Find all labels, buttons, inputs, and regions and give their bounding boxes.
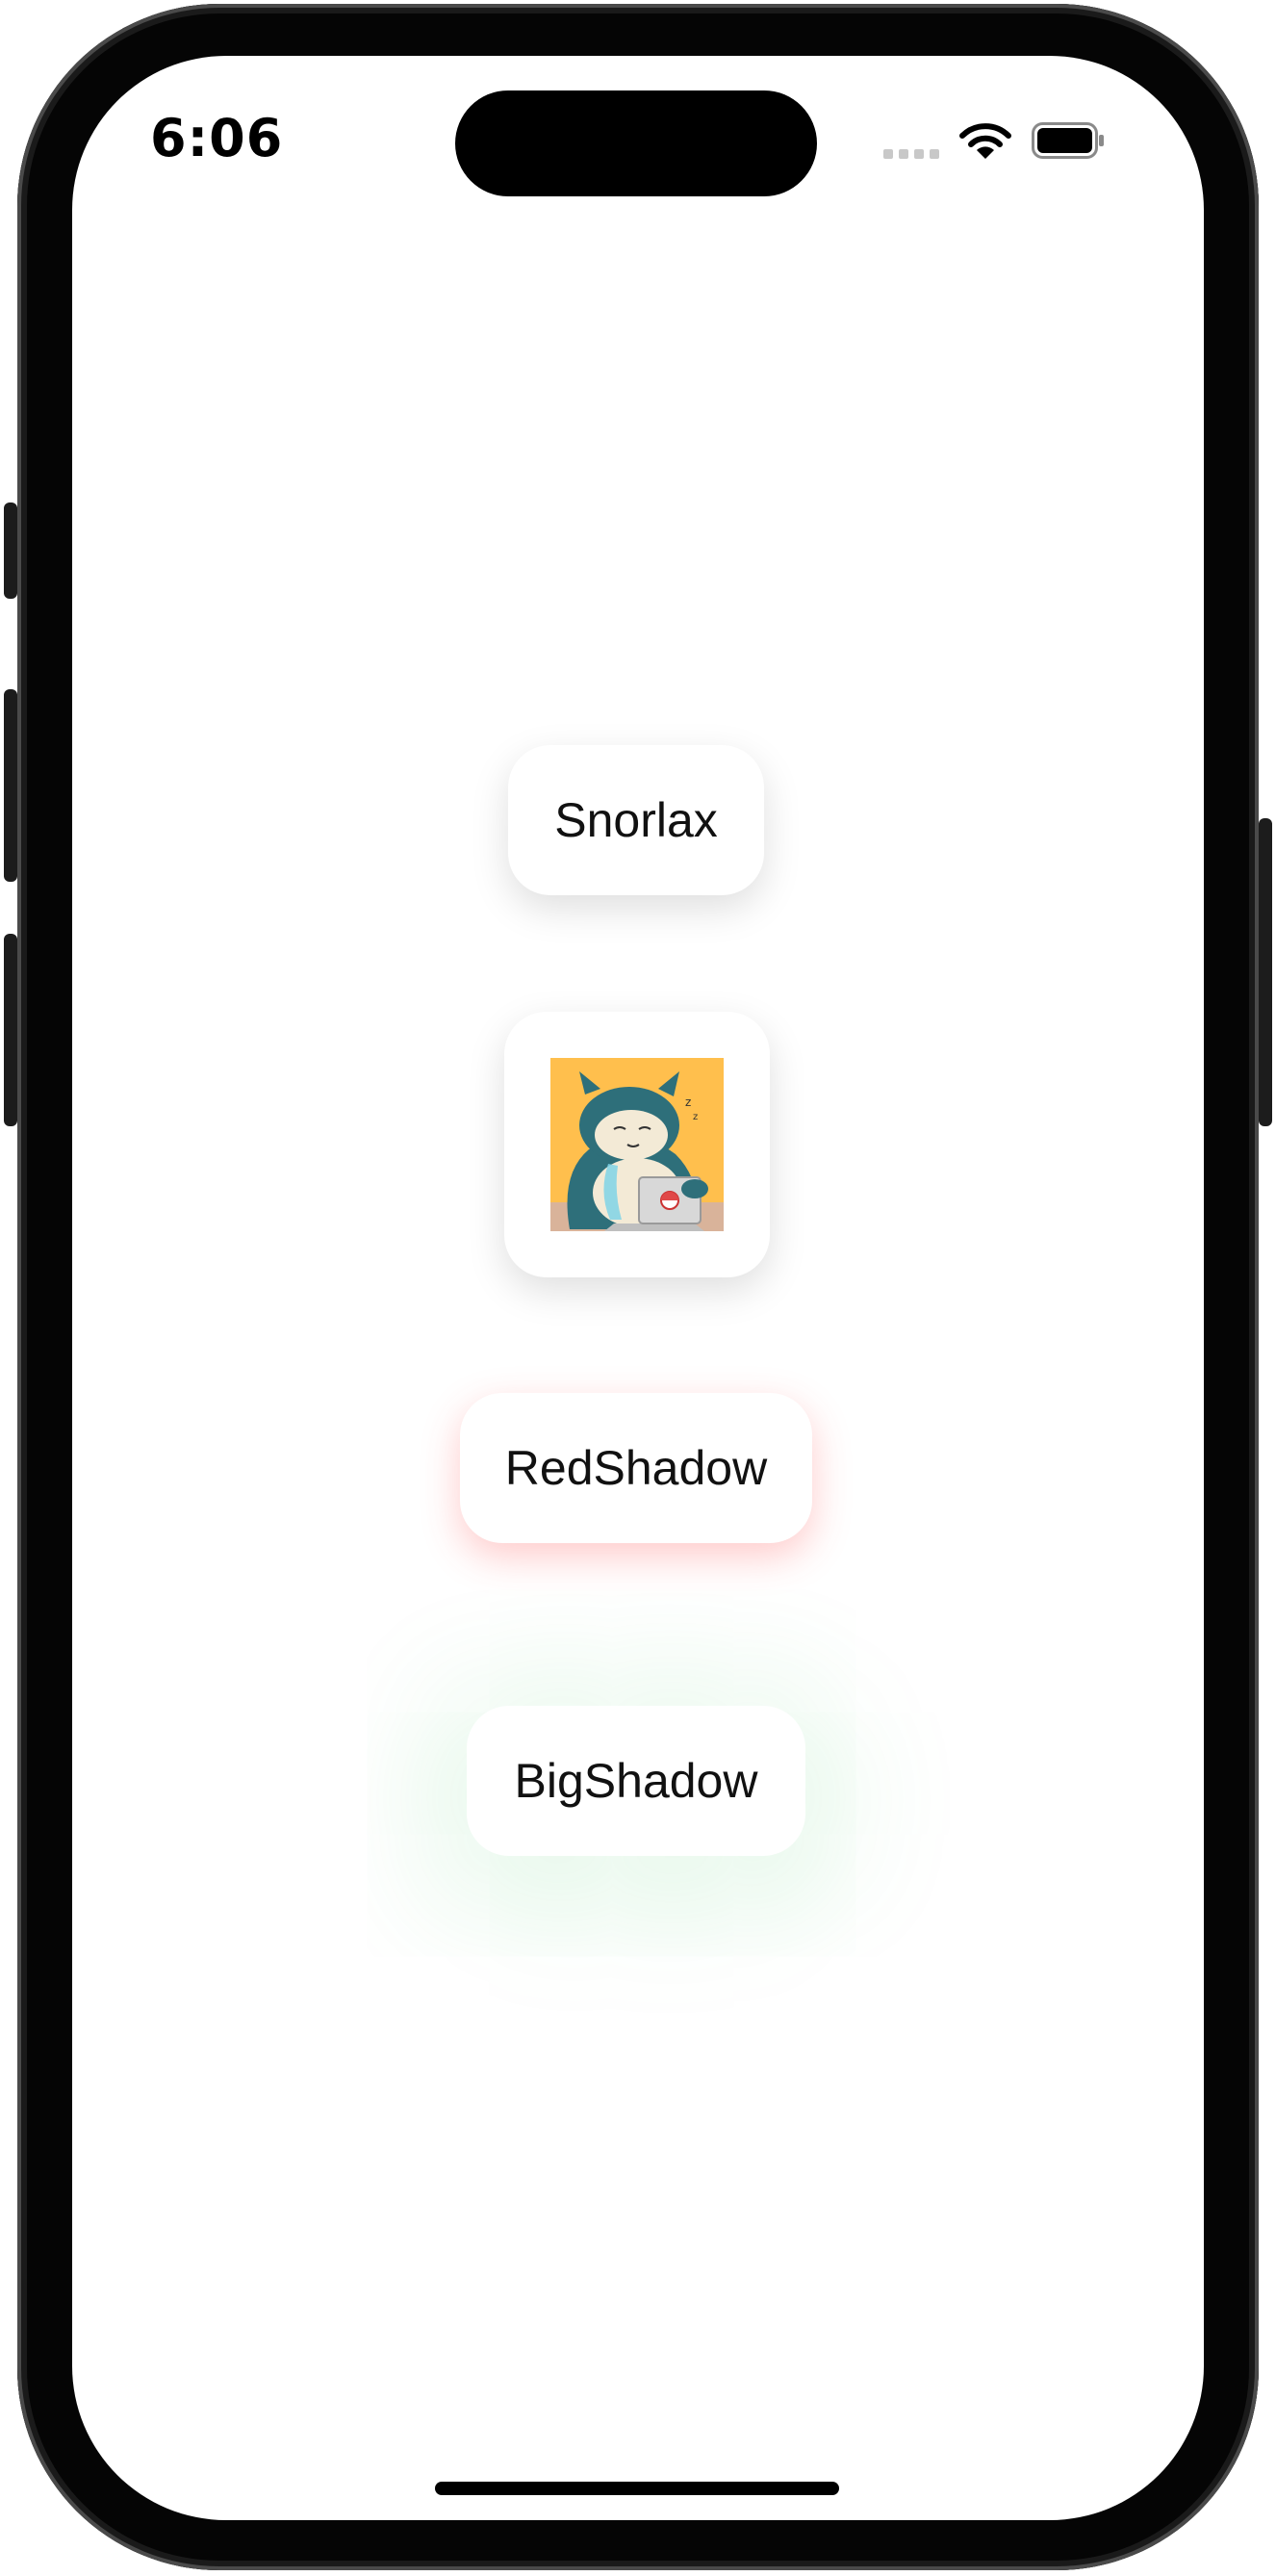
- snorlax-image-card[interactable]: z z: [504, 1012, 770, 1277]
- snorlax-label: Snorlax: [554, 793, 718, 847]
- screen: [72, 56, 1204, 2520]
- big-shadow-label: BigShadow: [514, 1754, 758, 1808]
- red-shadow-label: RedShadow: [504, 1441, 768, 1495]
- side-button-action: [4, 502, 17, 599]
- snorlax-card-button[interactable]: Snorlax: [508, 745, 764, 895]
- side-button-power: [1259, 818, 1272, 1126]
- cellular-signal-icon: [883, 149, 939, 159]
- snorlax-laptop-image: z z: [550, 1058, 724, 1231]
- wifi-icon: [959, 123, 1011, 159]
- side-button-volume-down: [4, 934, 17, 1126]
- big-shadow-card-button[interactable]: BigShadow: [467, 1706, 805, 1856]
- status-time: 6:06: [150, 108, 284, 168]
- svg-text:z: z: [685, 1095, 691, 1109]
- svg-text:z: z: [693, 1112, 698, 1122]
- side-button-volume-up: [4, 689, 17, 882]
- red-shadow-card-button[interactable]: RedShadow: [460, 1393, 812, 1543]
- battery-icon: [1032, 122, 1104, 159]
- dynamic-island: [455, 90, 817, 196]
- home-indicator[interactable]: [435, 2482, 839, 2495]
